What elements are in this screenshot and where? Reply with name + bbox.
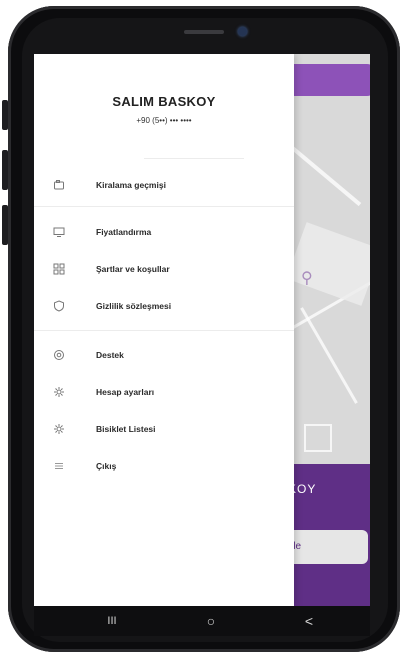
gear-icon <box>52 385 66 399</box>
monitor-icon <box>52 225 66 239</box>
menu-item-rental-history[interactable]: Kiralama geçmişi <box>34 174 294 196</box>
home-button[interactable]: ○ <box>196 610 226 632</box>
gear-icon <box>52 422 66 436</box>
volume-up-button <box>2 150 8 190</box>
grid-icon <box>52 262 66 276</box>
navigation-drawer: SALIM BASKOY +90 (5••) ••• •••• Kiralama… <box>34 54 294 606</box>
recents-button[interactable]: III <box>97 610 127 632</box>
menu-item-label: Gizlilik sözleşmesi <box>96 301 172 311</box>
system-nav-bar: III ○ < <box>34 606 370 636</box>
phone-screen: ⚲ KOY de SALIM BASKOY +90 (5••) ••• ••••… <box>34 54 370 606</box>
location-pin-icon: ⚲ <box>301 270 313 287</box>
user-name: SALIM BASKOY <box>112 94 216 109</box>
menu-item-label: Şartlar ve koşullar <box>96 264 170 274</box>
speaker-grille <box>184 30 224 34</box>
menu-item-label: Hesap ayarları <box>96 387 155 397</box>
divider <box>34 330 294 331</box>
volume-down-button <box>2 205 8 245</box>
back-button[interactable]: < <box>294 610 324 632</box>
list-icon <box>52 459 66 473</box>
menu-item-support[interactable]: Destek <box>34 344 294 366</box>
menu-item-label: Çıkış <box>96 461 117 471</box>
side-button <box>2 100 8 130</box>
menu-item-logout[interactable]: Çıkış <box>34 455 294 477</box>
menu-item-pricing[interactable]: Fiyatlandırma <box>34 221 294 243</box>
user-phone: +90 (5••) ••• •••• <box>136 116 192 125</box>
front-camera <box>238 27 247 36</box>
shield-icon <box>52 299 66 313</box>
menu-item-label: Bisiklet Listesi <box>96 424 156 434</box>
divider <box>144 158 244 159</box>
support-icon <box>52 348 66 362</box>
menu-item-label: Destek <box>96 350 124 360</box>
menu-item-account-settings[interactable]: Hesap ayarları <box>34 381 294 403</box>
menu-item-label: Kiralama geçmişi <box>96 180 166 190</box>
divider <box>34 206 294 207</box>
menu-item-terms[interactable]: Şartlar ve koşullar <box>34 258 294 280</box>
history-icon <box>52 178 66 192</box>
menu-item-label: Fiyatlandırma <box>96 227 152 237</box>
menu-item-privacy[interactable]: Gizlilik sözleşmesi <box>34 295 294 317</box>
menu-item-bike-list[interactable]: Bisiklet Listesi <box>34 418 294 440</box>
